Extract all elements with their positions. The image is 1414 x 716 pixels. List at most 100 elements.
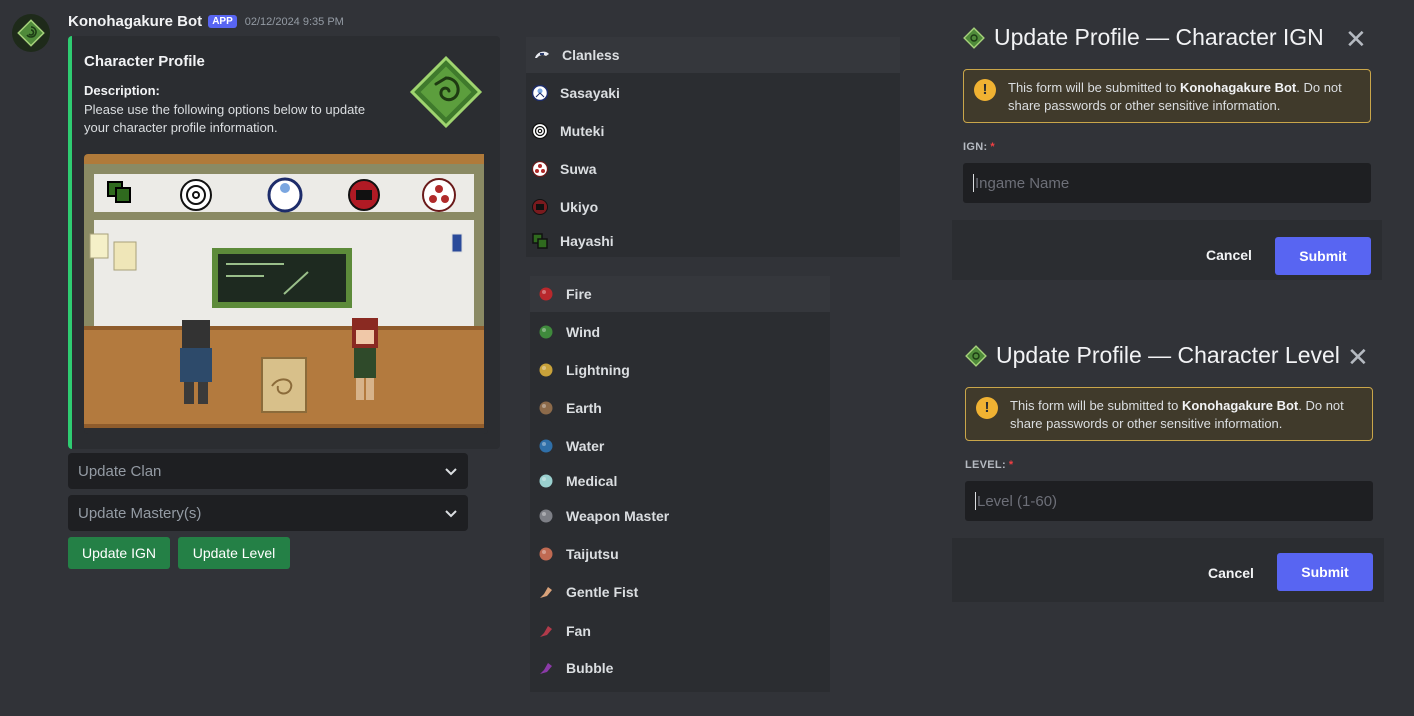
message-timestamp: 02/12/2024 9:35 PM bbox=[244, 15, 344, 28]
warning-text: This form will be submitted to Konohagak… bbox=[1010, 398, 1344, 431]
clan-option-suwa[interactable]: Suwa bbox=[526, 151, 900, 187]
warning-icon: ! bbox=[976, 397, 998, 419]
submit-button[interactable]: Submit bbox=[1277, 553, 1373, 591]
mastery-option-fan[interactable]: Fan bbox=[530, 612, 830, 650]
taijutsu-orb-icon bbox=[539, 547, 553, 561]
hayashi-clan-icon bbox=[532, 233, 548, 249]
mastery-option-weapon-master[interactable]: Weapon Master bbox=[530, 498, 830, 534]
mastery-option-label: Water bbox=[566, 438, 605, 454]
clan-option-label: Muteki bbox=[560, 123, 605, 139]
warning-text: This form will be submitted to Konohagak… bbox=[1008, 80, 1342, 113]
modal-footer: Cancel Submit bbox=[952, 538, 1384, 602]
clan-option-label: Hayashi bbox=[560, 233, 614, 249]
water-orb-icon bbox=[539, 439, 553, 453]
update-level-modal: Update Profile — Character Level ✕ ! Thi… bbox=[952, 336, 1384, 602]
ukiyo-clan-icon bbox=[532, 199, 548, 215]
update-clan-placeholder: Update Clan bbox=[78, 462, 162, 480]
lightning-orb-icon bbox=[539, 363, 553, 377]
bot-username[interactable]: Konohagakure Bot bbox=[68, 13, 202, 30]
cancel-button[interactable]: Cancel bbox=[1206, 247, 1252, 263]
warning-icon: ! bbox=[974, 79, 996, 101]
fire-orb-icon bbox=[539, 287, 553, 301]
clan-option-sasayaki[interactable]: Sasayaki bbox=[526, 75, 900, 111]
weapon-orb-icon bbox=[539, 509, 553, 523]
clan-options-list: Clanless Sasayaki Muteki Suwa Ukiyo Haya… bbox=[526, 37, 900, 257]
mastery-option-lightning[interactable]: Lightning bbox=[530, 352, 830, 388]
mastery-option-label: Gentle Fist bbox=[566, 584, 639, 600]
text-caret bbox=[975, 492, 976, 510]
embed-thumbnail[interactable] bbox=[408, 54, 484, 130]
suwa-clan-icon bbox=[532, 161, 548, 177]
mastery-option-label: Earth bbox=[566, 400, 602, 416]
leaf-village-emblem-icon bbox=[409, 55, 483, 129]
update-mastery-placeholder: Update Mastery(s) bbox=[78, 504, 202, 522]
chevron-down-icon bbox=[445, 510, 457, 518]
embed-description-label: Description: bbox=[84, 83, 160, 98]
chevron-down-icon bbox=[445, 468, 457, 476]
sasayaki-clan-icon bbox=[532, 85, 548, 101]
clan-option-label: Suwa bbox=[560, 161, 597, 177]
required-asterisk: * bbox=[990, 141, 996, 153]
clan-option-clanless[interactable]: Clanless bbox=[526, 37, 900, 73]
fan-icon bbox=[540, 626, 552, 637]
earth-orb-icon bbox=[539, 401, 553, 415]
muteki-clan-icon bbox=[532, 123, 548, 139]
modal-footer: Cancel Submit bbox=[952, 220, 1382, 280]
clan-option-label: Sasayaki bbox=[560, 85, 620, 101]
text-caret bbox=[973, 174, 974, 192]
cancel-button[interactable]: Cancel bbox=[1208, 565, 1254, 581]
required-asterisk: * bbox=[1008, 459, 1014, 471]
warning-notice: ! This form will be submitted to Konohag… bbox=[963, 69, 1371, 123]
mastery-option-label: Medical bbox=[566, 473, 618, 489]
mastery-option-water[interactable]: Water bbox=[530, 428, 830, 464]
embed-description: Please use the following options below t… bbox=[84, 102, 366, 135]
medical-orb-icon bbox=[539, 474, 553, 488]
level-field-label: LEVEL: * bbox=[965, 459, 1014, 471]
clanless-icon bbox=[535, 51, 549, 58]
app-badge: APP bbox=[208, 15, 237, 28]
gentle-fist-icon bbox=[540, 587, 552, 598]
close-icon[interactable]: ✕ bbox=[1345, 26, 1367, 52]
modal-title-text: Update Profile — Character Level bbox=[996, 342, 1340, 368]
submit-button[interactable]: Submit bbox=[1275, 237, 1371, 275]
mastery-option-label: Fan bbox=[566, 623, 591, 639]
modal-title: Update Profile — Character Level bbox=[964, 342, 1340, 369]
leaf-emblem-icon bbox=[963, 26, 985, 49]
wind-orb-icon bbox=[539, 325, 553, 339]
mastery-option-fire[interactable]: Fire bbox=[530, 276, 830, 312]
pixel-art-room-image bbox=[84, 154, 488, 434]
bot-avatar[interactable] bbox=[12, 14, 50, 52]
leaf-emblem-icon bbox=[17, 19, 45, 47]
message-header: Konohagakure Bot APP 02/12/2024 9:35 PM bbox=[68, 13, 344, 30]
warning-notice: ! This form will be submitted to Konohag… bbox=[965, 387, 1373, 441]
embed-title: Character Profile bbox=[84, 53, 205, 70]
mastery-option-label: Weapon Master bbox=[566, 508, 670, 524]
ign-input-placeholder: Ingame Name bbox=[975, 174, 1070, 192]
close-icon[interactable]: ✕ bbox=[1347, 344, 1369, 370]
mastery-option-label: Wind bbox=[566, 324, 601, 340]
clan-option-ukiyo[interactable]: Ukiyo bbox=[526, 189, 900, 225]
bubble-wand-icon bbox=[540, 663, 552, 674]
level-input[interactable]: Level (1-60) bbox=[965, 481, 1373, 521]
mastery-option-medical[interactable]: Medical bbox=[530, 464, 830, 498]
modal-title-text: Update Profile — Character IGN bbox=[994, 24, 1324, 50]
leaf-emblem-icon bbox=[965, 344, 987, 367]
clan-option-hayashi[interactable]: Hayashi bbox=[526, 225, 900, 257]
character-profile-embed: Character Profile Description: Please us… bbox=[68, 36, 500, 449]
clan-option-muteki[interactable]: Muteki bbox=[526, 113, 900, 149]
update-ign-button[interactable]: Update IGN bbox=[68, 537, 170, 569]
mastery-option-bubble[interactable]: Bubble bbox=[530, 650, 830, 686]
update-clan-select[interactable]: Update Clan bbox=[68, 453, 468, 489]
modal-title: Update Profile — Character IGN bbox=[962, 24, 1324, 51]
mastery-option-gentle-fist[interactable]: Gentle Fist bbox=[530, 574, 830, 610]
update-ign-modal: Update Profile — Character IGN ✕ ! This … bbox=[952, 18, 1382, 280]
mastery-option-label: Lightning bbox=[566, 362, 630, 378]
update-mastery-select[interactable]: Update Mastery(s) bbox=[68, 495, 468, 531]
embed-scene-image[interactable] bbox=[84, 154, 488, 434]
mastery-option-label: Bubble bbox=[566, 660, 614, 676]
ign-input[interactable]: Ingame Name bbox=[963, 163, 1371, 203]
mastery-option-taijutsu[interactable]: Taijutsu bbox=[530, 536, 830, 572]
mastery-option-wind[interactable]: Wind bbox=[530, 314, 830, 350]
update-level-button[interactable]: Update Level bbox=[178, 537, 290, 569]
mastery-option-earth[interactable]: Earth bbox=[530, 390, 830, 426]
